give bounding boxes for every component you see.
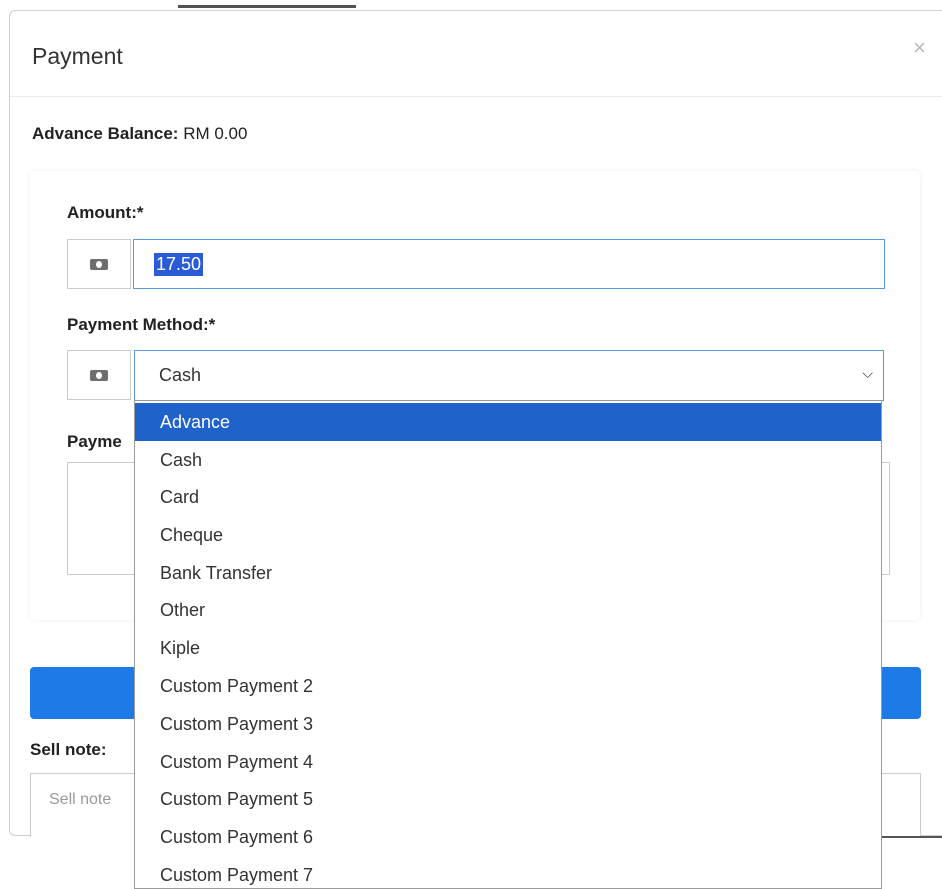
obscured-header-text [178,0,356,8]
option-card[interactable]: Card [135,478,881,516]
amount-addon [67,239,131,289]
option-bank-transfer[interactable]: Bank Transfer [135,554,881,592]
close-icon[interactable]: × [913,37,926,59]
sell-note-placeholder: Sell note [49,791,112,808]
option-advance[interactable]: Advance [135,403,881,441]
option-cheque[interactable]: Cheque [135,516,881,554]
option-custom-payment-2[interactable]: Custom Payment 2 [135,667,881,705]
advance-balance-value: RM 0.00 [183,124,248,143]
option-cash[interactable]: Cash [135,441,881,479]
money-icon [90,258,108,270]
chevron-down-icon: ⌵ [862,365,873,381]
payment-note-label: Payme [67,432,122,451]
option-custom-payment-7[interactable]: Custom Payment 7 [135,856,881,888]
payment-method-dropdown[interactable]: Advance Cash Card Cheque Bank Transfer O… [134,400,882,889]
option-kiple[interactable]: Kiple [135,629,881,667]
advance-balance-label: Advance Balance: [32,124,179,143]
option-custom-payment-3[interactable]: Custom Payment 3 [135,705,881,743]
option-custom-payment-6[interactable]: Custom Payment 6 [135,818,881,856]
payment-method-label: Payment Method:* [67,315,216,334]
payment-method-addon [67,350,131,400]
top-background-strip [0,0,942,10]
option-custom-payment-4[interactable]: Custom Payment 4 [135,743,881,781]
modal-header: Payment × [10,11,942,97]
modal-title: Payment [32,43,123,69]
payment-method-selected: Cash [159,365,202,385]
money-icon [90,369,108,381]
option-other[interactable]: Other [135,591,881,629]
amount-value: 17.50 [154,253,204,276]
sell-note-label: Sell note: [30,740,107,759]
advance-balance: Advance Balance: RM 0.00 [32,124,247,144]
amount-input[interactable]: 17.50 [133,239,885,289]
payment-method-select[interactable]: Cash ⌵ [134,350,884,401]
amount-label: Amount:* [67,203,144,222]
option-custom-payment-5[interactable]: Custom Payment 5 [135,780,881,818]
